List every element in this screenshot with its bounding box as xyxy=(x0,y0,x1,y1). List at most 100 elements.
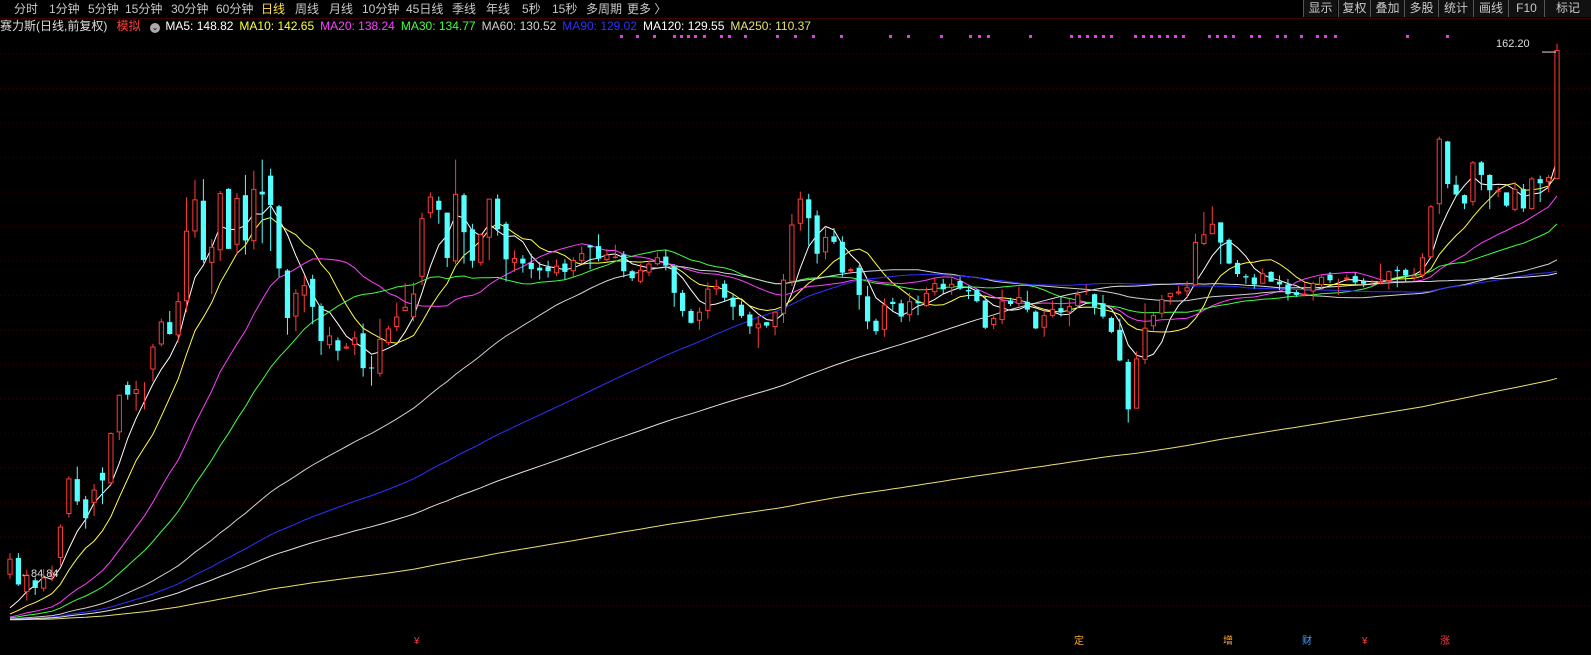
period-tab-7[interactable]: 周线 xyxy=(295,0,319,18)
candle[interactable] xyxy=(503,221,509,282)
event-marker[interactable]: ¥ xyxy=(1362,636,1368,648)
candle[interactable] xyxy=(1487,174,1493,210)
toolbar-button-2[interactable]: 叠加 xyxy=(1370,0,1404,17)
period-tab-11[interactable]: 季线 xyxy=(452,0,476,18)
candle[interactable] xyxy=(612,244,618,259)
candle[interactable] xyxy=(898,299,904,323)
sim-badge[interactable]: 模拟 xyxy=(117,18,141,34)
candle[interactable] xyxy=(545,260,551,278)
candle[interactable] xyxy=(301,275,307,313)
candle[interactable] xyxy=(335,337,341,361)
candle[interactable] xyxy=(562,259,568,280)
candle[interactable] xyxy=(310,274,316,325)
period-tab-0[interactable]: 分时 xyxy=(14,0,38,18)
period-tab-10[interactable]: 45日线 xyxy=(406,0,443,18)
candle[interactable] xyxy=(940,278,946,294)
candle[interactable] xyxy=(671,264,677,307)
toolbar-button-1[interactable]: 复权 xyxy=(1338,0,1370,17)
candle[interactable] xyxy=(831,227,837,244)
candle[interactable] xyxy=(57,524,64,566)
event-marker[interactable]: 增 xyxy=(1223,636,1233,648)
candle[interactable] xyxy=(167,310,173,335)
candle[interactable] xyxy=(251,170,257,250)
candle[interactable] xyxy=(192,179,198,238)
candle[interactable] xyxy=(368,355,375,386)
candle[interactable] xyxy=(452,159,459,265)
event-marker[interactable]: ¥ xyxy=(414,636,420,648)
candle[interactable] xyxy=(738,301,745,318)
candle[interactable] xyxy=(1260,268,1266,284)
candle[interactable] xyxy=(511,250,518,272)
candle[interactable] xyxy=(864,285,871,330)
candle[interactable] xyxy=(1419,253,1426,279)
candle[interactable] xyxy=(66,476,72,518)
period-tab-13[interactable]: 5秒 xyxy=(522,0,541,18)
candle[interactable] xyxy=(74,466,80,505)
candle[interactable] xyxy=(797,191,803,231)
candle[interactable] xyxy=(764,322,770,328)
candlestick-chart[interactable] xyxy=(0,34,1591,655)
candle[interactable] xyxy=(839,236,845,277)
candle[interactable] xyxy=(1243,274,1249,284)
candle[interactable] xyxy=(1428,204,1434,258)
toolbar-button-4[interactable]: 统计 xyxy=(1438,0,1473,17)
period-tab-3[interactable]: 15分钟 xyxy=(125,0,162,18)
candle[interactable] xyxy=(99,467,106,505)
candle[interactable] xyxy=(932,277,938,296)
candle[interactable] xyxy=(183,197,190,313)
candle[interactable] xyxy=(7,553,13,579)
candle[interactable] xyxy=(1478,160,1484,191)
candle[interactable] xyxy=(755,315,761,348)
candle[interactable] xyxy=(982,295,988,330)
candle[interactable] xyxy=(957,276,963,291)
candle[interactable] xyxy=(680,290,686,317)
candle[interactable] xyxy=(772,311,778,336)
event-marker[interactable]: 财 xyxy=(1302,636,1312,648)
candle[interactable] xyxy=(1033,310,1039,330)
candle[interactable] xyxy=(1091,293,1098,315)
candle[interactable] xyxy=(1512,181,1518,212)
candle[interactable] xyxy=(654,252,660,266)
candle[interactable] xyxy=(1352,272,1358,286)
candle[interactable] xyxy=(1453,175,1459,196)
candle[interactable] xyxy=(175,292,181,343)
candle[interactable] xyxy=(1108,316,1115,334)
candle[interactable] xyxy=(234,193,240,255)
toolbar-button-0[interactable]: 显示 xyxy=(1303,0,1337,17)
candle[interactable] xyxy=(1176,285,1182,295)
period-tab-12[interactable]: 年线 xyxy=(486,0,510,18)
candle[interactable] xyxy=(394,302,400,332)
candle[interactable] xyxy=(991,315,997,330)
candle[interactable] xyxy=(276,204,282,277)
toolbar-button-3[interactable]: 多股 xyxy=(1404,0,1438,17)
candle[interactable] xyxy=(1159,294,1165,318)
candle[interactable] xyxy=(293,289,299,332)
candle[interactable] xyxy=(360,323,366,377)
candle[interactable] xyxy=(814,210,820,264)
candle[interactable] xyxy=(1125,359,1131,423)
candle[interactable] xyxy=(705,282,711,319)
candle[interactable] xyxy=(1117,318,1123,362)
candle[interactable] xyxy=(587,244,593,270)
candle[interactable] xyxy=(410,282,417,322)
candle[interactable] xyxy=(259,159,265,244)
toolbar-button-7[interactable]: 标记 xyxy=(1544,0,1591,17)
candle[interactable] xyxy=(402,283,408,311)
candle[interactable] xyxy=(1226,238,1232,265)
candle[interactable] xyxy=(789,214,795,286)
candle[interactable] xyxy=(461,193,467,264)
candle[interactable] xyxy=(268,168,274,251)
candle[interactable] xyxy=(343,343,349,350)
candle[interactable] xyxy=(1134,351,1140,409)
candle[interactable] xyxy=(486,198,492,261)
candle[interactable] xyxy=(150,343,156,382)
candle[interactable] xyxy=(1310,281,1316,301)
candle[interactable] xyxy=(209,239,215,295)
candle[interactable] xyxy=(200,179,206,263)
candle[interactable] xyxy=(419,212,425,286)
candle[interactable] xyxy=(284,269,291,335)
candle[interactable] xyxy=(696,307,703,330)
candle[interactable] xyxy=(1529,177,1535,210)
toolbar-button-5[interactable]: 画线 xyxy=(1473,0,1508,17)
period-tab-5[interactable]: 60分钟 xyxy=(216,0,253,18)
